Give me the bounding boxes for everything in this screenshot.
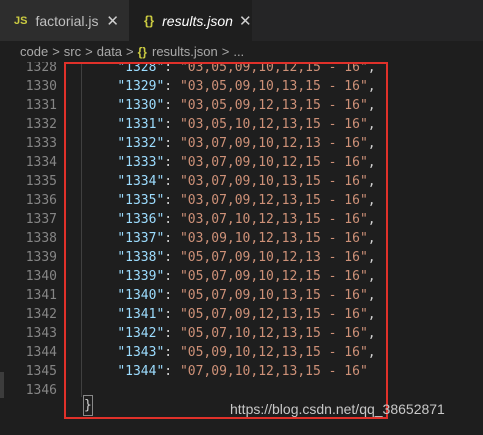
close-icon[interactable]: ✕ [106,12,119,30]
json-file-icon: {} [137,44,147,59]
json-file-icon: {} [144,13,155,28]
line-number: 1342 [25,307,57,322]
line-number: 1337 [25,212,57,227]
line-number: 1345 [25,364,57,379]
closing-brace: } [83,395,93,416]
line-number: 1338 [25,231,57,246]
line-number: 1339 [25,250,57,265]
breadcrumb: code > src > data > {} results.json > ..… [0,41,483,62]
tab-factorial-js[interactable]: JS factorial.js ✕ [0,0,130,41]
breadcrumb-item-code[interactable]: code [20,44,48,59]
line-number: 1334 [25,155,57,170]
line-number: 1340 [25,269,57,284]
line-number: 1341 [25,288,57,303]
close-icon[interactable]: ✕ [239,12,252,30]
line-number: 1343 [25,326,57,341]
breadcrumb-item-src[interactable]: src [64,44,81,59]
breadcrumb-item-file[interactable]: results.json [152,44,218,59]
tab-results-json[interactable]: {} results.json ✕ [130,0,252,41]
tab-label: results.json [162,12,233,29]
line-number: 1333 [25,136,57,151]
line-number: 1330 [25,79,57,94]
line-number: 1336 [25,193,57,208]
breadcrumb-separator: > [126,44,134,59]
code-editor[interactable]: 1329 "1327": "03,05,09,10,12,13 - 16",13… [0,62,483,435]
breadcrumb-separator: > [52,44,60,59]
line-number: 1328 [25,62,57,75]
line-number: 1332 [25,117,57,132]
line-number: 1331 [25,98,57,113]
watermark: https://blog.csdn.net/qq_38652871 [230,401,445,417]
breadcrumb-separator: > [221,44,230,59]
line-number: 1346 [25,383,57,398]
tab-bar: JS factorial.js ✕ {} results.json ✕ [0,0,483,41]
line-number: 1344 [25,345,57,360]
red-highlight-box [64,62,388,419]
tab-label: factorial.js [35,12,99,29]
breadcrumb-item-symbols[interactable]: ... [233,44,244,59]
line-number: 1335 [25,174,57,189]
breadcrumb-item-data[interactable]: data [97,44,122,59]
js-file-icon: JS [14,14,28,27]
breadcrumb-separator: > [85,44,93,59]
